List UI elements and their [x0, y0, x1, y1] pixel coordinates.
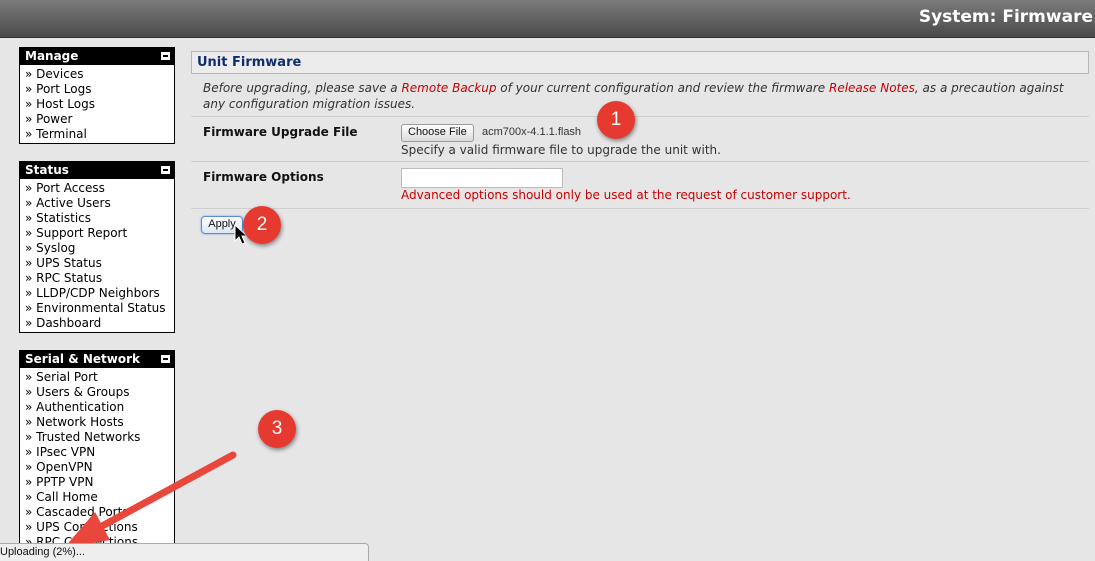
step-badge-2: 2 — [243, 206, 281, 244]
annotation-overlay — [64, 223, 249, 548]
upload-status-text: Uploading (2%)... — [0, 546, 85, 558]
step-badge-1: 1 — [597, 101, 635, 139]
step-badge-3: 3 — [258, 410, 296, 448]
browser-status-bar: Uploading (2%)... — [0, 543, 369, 561]
red-arrow-icon — [64, 451, 237, 548]
